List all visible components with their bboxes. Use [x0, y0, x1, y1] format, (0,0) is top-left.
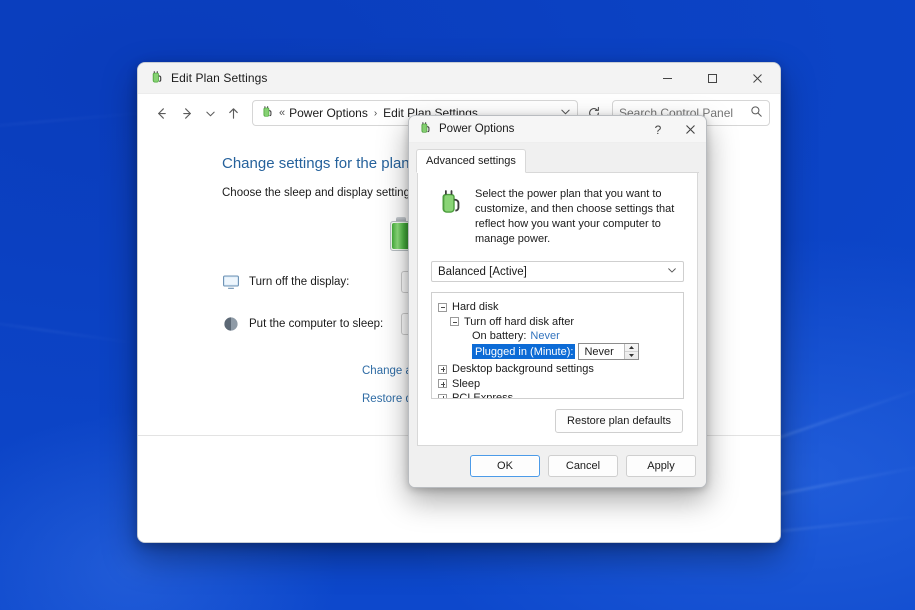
dialog-description-block: Select the power plan that you want to c… [429, 183, 686, 247]
spinner-up-icon[interactable] [625, 344, 639, 353]
tree-item-label: On battery: [472, 330, 527, 343]
power-options-dialog: Power Options ? Advanced settings Select… [408, 115, 707, 488]
tree-item-pci-express[interactable]: PCI Express [438, 391, 677, 399]
expand-toggle-icon[interactable] [438, 364, 447, 374]
minimize-icon[interactable] [645, 63, 690, 94]
tree-item-hard-disk[interactable]: Hard disk [438, 300, 677, 315]
control-panel-title: Edit Plan Settings [171, 71, 268, 85]
breadcrumb-separator-icon: › [373, 107, 378, 119]
sleep-moon-icon [222, 315, 240, 333]
tree-item-label: PCI Express [452, 392, 514, 399]
address-power-plug-icon [259, 105, 275, 121]
search-icon[interactable] [750, 105, 763, 121]
tab-advanced-settings[interactable]: Advanced settings [416, 149, 526, 173]
maximize-icon[interactable] [690, 63, 735, 94]
window-controls [645, 63, 780, 94]
chevron-down-icon [667, 265, 677, 278]
collapse-toggle-icon[interactable] [438, 302, 447, 312]
power-plan-value: Balanced [Active] [438, 265, 527, 278]
setting-label: Put the computer to sleep: [249, 318, 384, 330]
help-button[interactable]: ? [642, 116, 674, 143]
tree-item-sleep[interactable]: Sleep [438, 377, 677, 392]
breadcrumb-power-options[interactable]: Power Options [289, 106, 368, 120]
power-plug-icon [148, 70, 164, 86]
power-plan-select[interactable]: Balanced [Active] [431, 261, 684, 282]
back-arrow-icon[interactable] [148, 100, 174, 126]
on-battery-value[interactable]: Never [530, 330, 559, 342]
dialog-footer: OK Cancel Apply [409, 446, 706, 487]
tree-item-label: Desktop background settings [452, 363, 594, 376]
display-icon [222, 273, 240, 291]
advanced-settings-tree[interactable]: Hard disk Turn off hard disk after On ba… [431, 292, 684, 399]
tree-item-turn-off-hard-disk-after[interactable]: Turn off hard disk after [438, 315, 677, 330]
dialog-titlebar[interactable]: Power Options ? [409, 116, 706, 143]
dialog-window-controls: ? [642, 116, 706, 143]
dialog-panel: Select the power plan that you want to c… [417, 173, 698, 446]
tree-item-plugged-in[interactable]: Plugged in (Minute): Never [438, 343, 677, 361]
close-icon[interactable] [735, 63, 780, 94]
tree-item-desktop-background-settings[interactable]: Desktop background settings [438, 362, 677, 377]
setting-label: Turn off the display: [249, 276, 350, 288]
dialog-description: Select the power plan that you want to c… [475, 188, 675, 245]
apply-button[interactable]: Apply [626, 455, 696, 477]
recent-locations-chevron-down-icon[interactable] [200, 100, 220, 126]
control-panel-titlebar[interactable]: Edit Plan Settings [138, 63, 780, 94]
ok-button[interactable]: OK [470, 455, 540, 477]
dialog-title: Power Options [439, 123, 515, 135]
restore-plan-defaults-button[interactable]: Restore plan defaults [555, 409, 683, 433]
dialog-tabstrip: Advanced settings [416, 149, 699, 173]
dialog-body: Advanced settings Select the power plan … [409, 143, 706, 446]
power-plug-large-icon [435, 189, 465, 224]
power-plug-icon [417, 121, 433, 137]
plugged-in-value[interactable]: Never [579, 346, 624, 358]
forward-arrow-icon[interactable] [174, 100, 200, 126]
plugged-in-label-selected: Plugged in (Minute): [472, 344, 576, 360]
breadcrumb-overflow[interactable]: « [279, 107, 285, 119]
tree-item-on-battery[interactable]: On battery: Never [438, 329, 677, 344]
spinner-down-icon[interactable] [625, 352, 638, 359]
tree-item-label: Hard disk [452, 301, 499, 314]
tree-item-label: Sleep [452, 377, 481, 390]
plugged-in-spinner[interactable]: Never [578, 343, 640, 361]
expand-toggle-icon[interactable] [438, 379, 447, 389]
desktop-wallpaper: Edit Plan Settings « Power Options › Edi… [0, 0, 915, 610]
cancel-button[interactable]: Cancel [548, 455, 618, 477]
restore-row: Restore plan defaults [429, 399, 686, 435]
collapse-toggle-icon[interactable] [450, 317, 459, 327]
spinner-buttons [624, 344, 639, 360]
close-icon[interactable] [674, 116, 706, 143]
tree-item-label: Turn off hard disk after [464, 315, 575, 328]
up-arrow-icon[interactable] [220, 100, 246, 126]
